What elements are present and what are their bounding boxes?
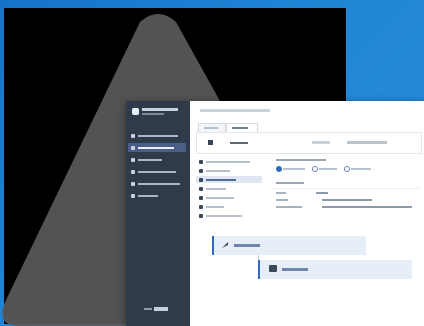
app-window — [126, 101, 424, 326]
settings-row-value — [322, 199, 372, 201]
sidebar-item-label — [138, 194, 158, 197]
sidebar-item-6[interactable] — [128, 191, 186, 200]
sidebar-item-icon — [131, 181, 135, 186]
sidebar-item-label — [138, 170, 176, 173]
radio-option-3[interactable] — [344, 166, 350, 172]
sidebar-item-label — [138, 182, 180, 185]
settings-row-key — [276, 192, 286, 194]
app-name-placeholder — [142, 108, 178, 111]
sidebar-item-4[interactable] — [128, 167, 186, 176]
flow-step-label — [234, 244, 260, 247]
flow-step-icon — [269, 265, 277, 272]
app-subtitle-placeholder — [142, 113, 164, 115]
sidebar-item-2-active[interactable] — [128, 143, 186, 152]
settings-nav-item[interactable] — [196, 194, 262, 201]
settings-nav — [196, 158, 262, 221]
sidebar-footer-logo — [144, 306, 168, 312]
radio-option-label — [351, 168, 371, 170]
settings-nav-item[interactable] — [196, 158, 262, 165]
app-logo[interactable] — [132, 106, 184, 120]
header-icon — [208, 140, 213, 145]
flow-step-label — [282, 268, 308, 271]
radio-option-label — [283, 168, 305, 170]
sidebar-item-label — [138, 146, 174, 149]
page-title — [230, 142, 248, 144]
radio-option-2[interactable] — [312, 166, 318, 172]
sidebar-item-icon — [131, 157, 135, 162]
sidebar-item-label — [138, 158, 162, 161]
sidebar-item-1[interactable] — [128, 131, 186, 140]
settings-nav-item[interactable] — [196, 185, 262, 192]
settings-section-heading — [276, 159, 326, 161]
page-header-card — [196, 132, 422, 154]
app-logo-icon — [132, 108, 139, 115]
settings-row-value — [316, 192, 328, 194]
radio-option-label — [319, 168, 337, 170]
flow-step-icon — [222, 242, 228, 248]
sidebar — [126, 101, 190, 326]
sidebar-item-icon — [131, 145, 135, 150]
settings-row-key — [276, 199, 288, 201]
divider — [274, 188, 420, 189]
settings-nav-item[interactable] — [196, 167, 262, 174]
settings-nav-item[interactable] — [196, 212, 262, 219]
header-action-2[interactable] — [347, 141, 387, 144]
flow-step-2[interactable] — [258, 260, 412, 279]
settings-nav-item-active[interactable] — [196, 176, 262, 183]
flow-step-1[interactable] — [212, 236, 366, 255]
sidebar-item-5[interactable] — [128, 179, 186, 188]
radio-option-1[interactable] — [276, 166, 282, 172]
sidebar-item-icon — [131, 169, 135, 174]
sidebar-item-3[interactable] — [128, 155, 186, 164]
settings-row-key — [276, 206, 302, 208]
breadcrumb — [200, 109, 270, 112]
settings-nav-item[interactable] — [196, 203, 262, 210]
sidebar-item-label — [138, 134, 178, 137]
sidebar-item-icon — [131, 133, 135, 138]
header-action-1[interactable] — [312, 141, 330, 144]
settings-subheading — [276, 182, 304, 184]
sidebar-item-icon — [131, 193, 135, 198]
settings-row-value — [322, 206, 412, 208]
